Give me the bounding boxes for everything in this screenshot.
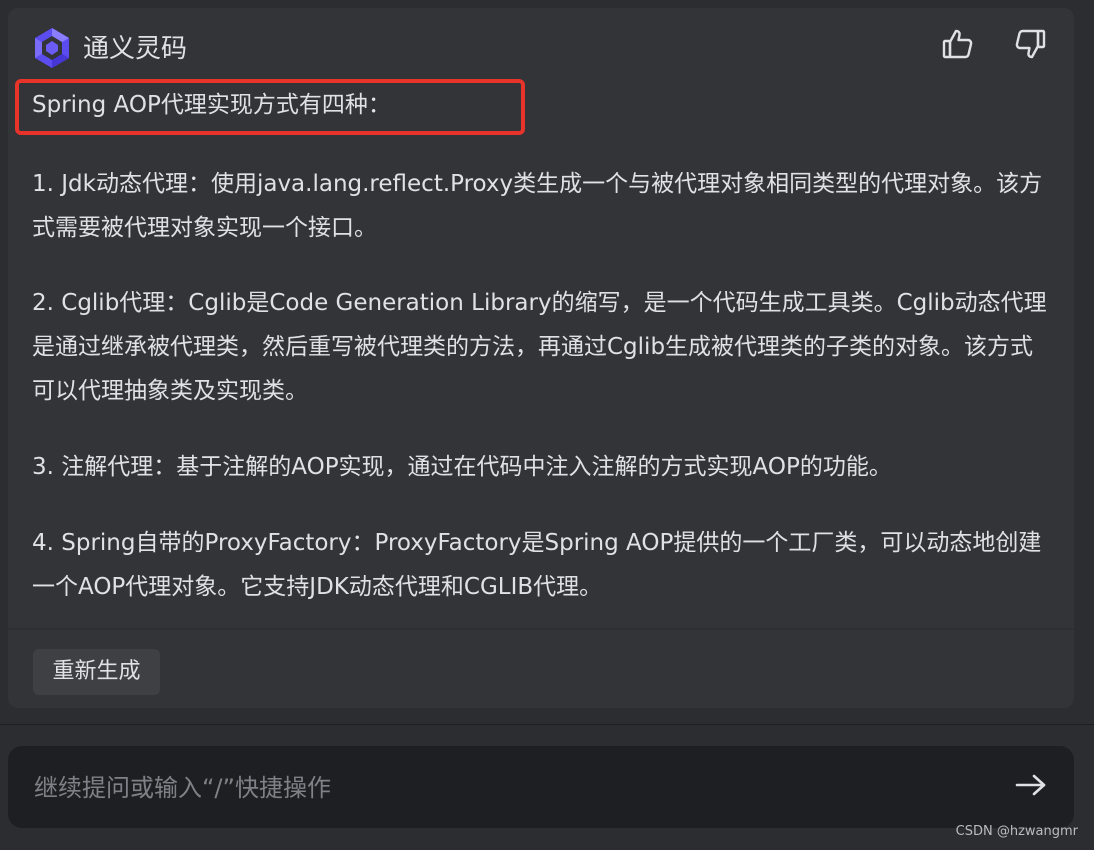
answer-intro: Spring AOP代理实现方式有四种： xyxy=(32,92,391,118)
answer-item-annotation-proxy: 3. 注解代理：基于注解的AOP实现，通过在代码中注入注解的方式实现AOP的功能… xyxy=(32,454,892,480)
panel-divider xyxy=(0,724,1094,725)
response-header: 通义灵码 xyxy=(8,8,1074,88)
card-divider xyxy=(8,628,1074,630)
answer-item-jdk-proxy: 1. Jdk动态代理：使用java.lang.reflect.Proxy类生成一… xyxy=(32,171,1043,241)
answer-list: 1. Jdk动态代理：使用java.lang.reflect.Proxy类生成一… xyxy=(32,162,1052,609)
assistant-response-card: 通义灵码 Spring AOP代理实现方式有四种： 1. Jdk动态代理：使用j… xyxy=(8,8,1074,708)
regenerate-button[interactable]: 重新生成 xyxy=(33,649,160,695)
chat-input-box xyxy=(8,746,1074,828)
chat-input[interactable] xyxy=(32,764,996,812)
assistant-name: 通义灵码 xyxy=(83,34,188,64)
answer-item-proxy-factory: 4. Spring自带的ProxyFactory：ProxyFactory是Sp… xyxy=(32,530,1042,600)
answer-item-cglib-proxy: 2. Cglib代理：Cglib是Code Generation Library… xyxy=(32,290,1047,404)
thumbs-up-button[interactable] xyxy=(938,26,978,66)
watermark: CSDN @hzwangmr xyxy=(955,824,1078,839)
send-button[interactable] xyxy=(1006,764,1056,810)
thumbs-up-icon xyxy=(941,27,975,65)
arrow-right-icon xyxy=(1015,773,1047,801)
tongyi-lingma-logo-icon xyxy=(30,26,74,70)
thumbs-down-button[interactable] xyxy=(1010,26,1050,66)
thumbs-down-icon xyxy=(1013,27,1047,65)
